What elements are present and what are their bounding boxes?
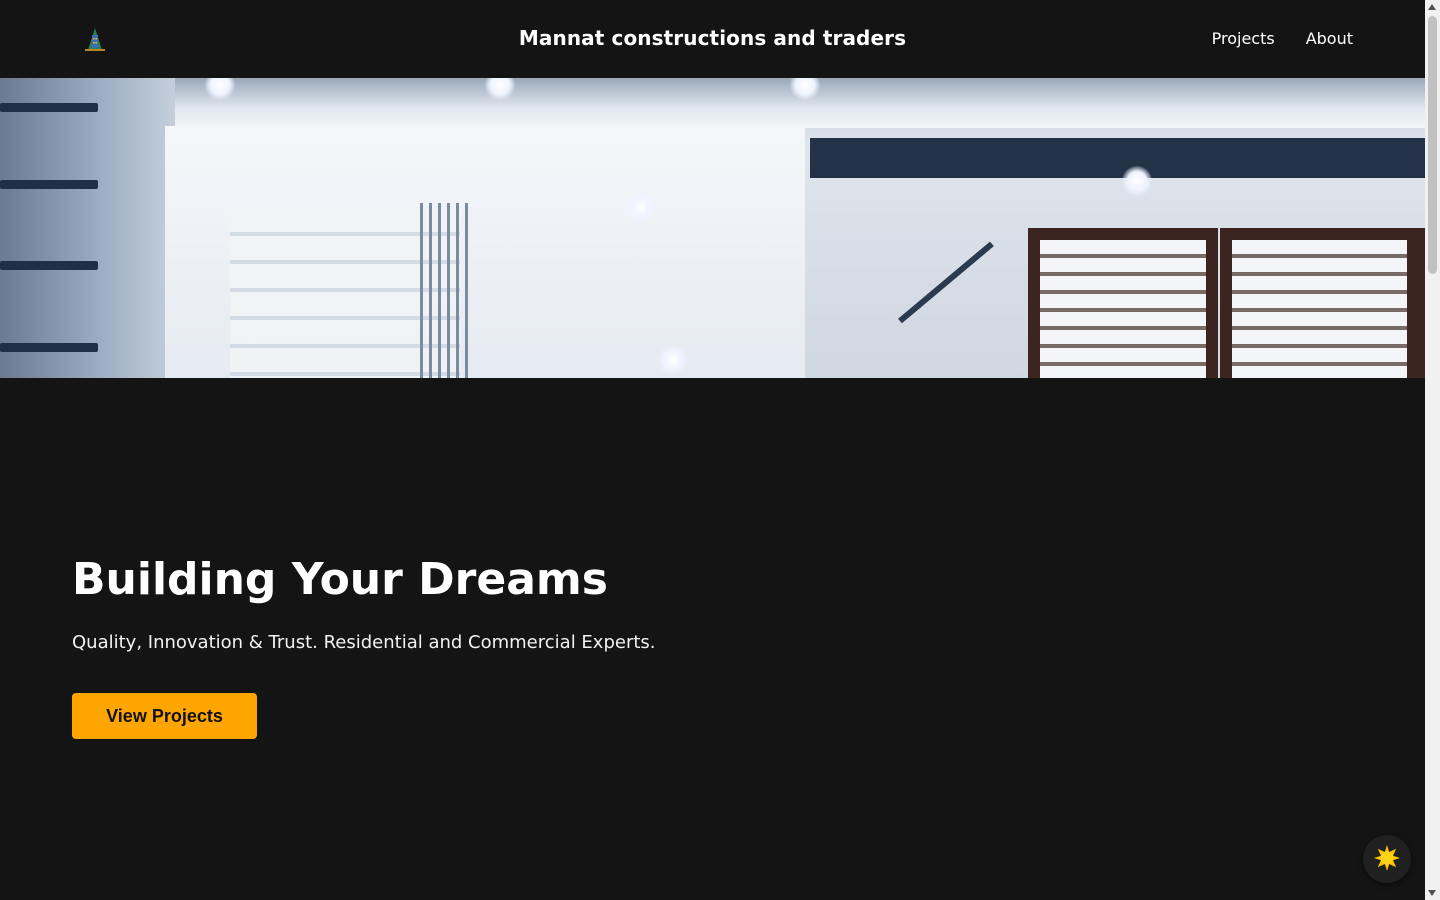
scroll-up-arrow-icon[interactable] — [1428, 4, 1436, 10]
nav-link-projects[interactable]: Projects — [1212, 29, 1275, 48]
hero-headline: Building Your Dreams — [72, 554, 608, 605]
theme-toggle-button[interactable] — [1363, 835, 1411, 883]
page-scrollbar[interactable] — [1425, 0, 1440, 900]
main-nav: Projects About — [1212, 29, 1353, 48]
sun-icon — [1373, 844, 1401, 875]
nav-link-about[interactable]: About — [1306, 29, 1353, 48]
scroll-down-arrow-icon[interactable] — [1428, 890, 1436, 896]
view-projects-button[interactable]: View Projects — [72, 693, 257, 739]
page: Mannat constructions and traders Project… — [0, 0, 1425, 900]
hero-tagline: Quality, Innovation & Trust. Residential… — [72, 632, 656, 653]
site-header: Mannat constructions and traders Project… — [0, 0, 1425, 78]
scroll-thumb[interactable] — [1428, 16, 1437, 274]
hero-image — [0, 78, 1425, 378]
